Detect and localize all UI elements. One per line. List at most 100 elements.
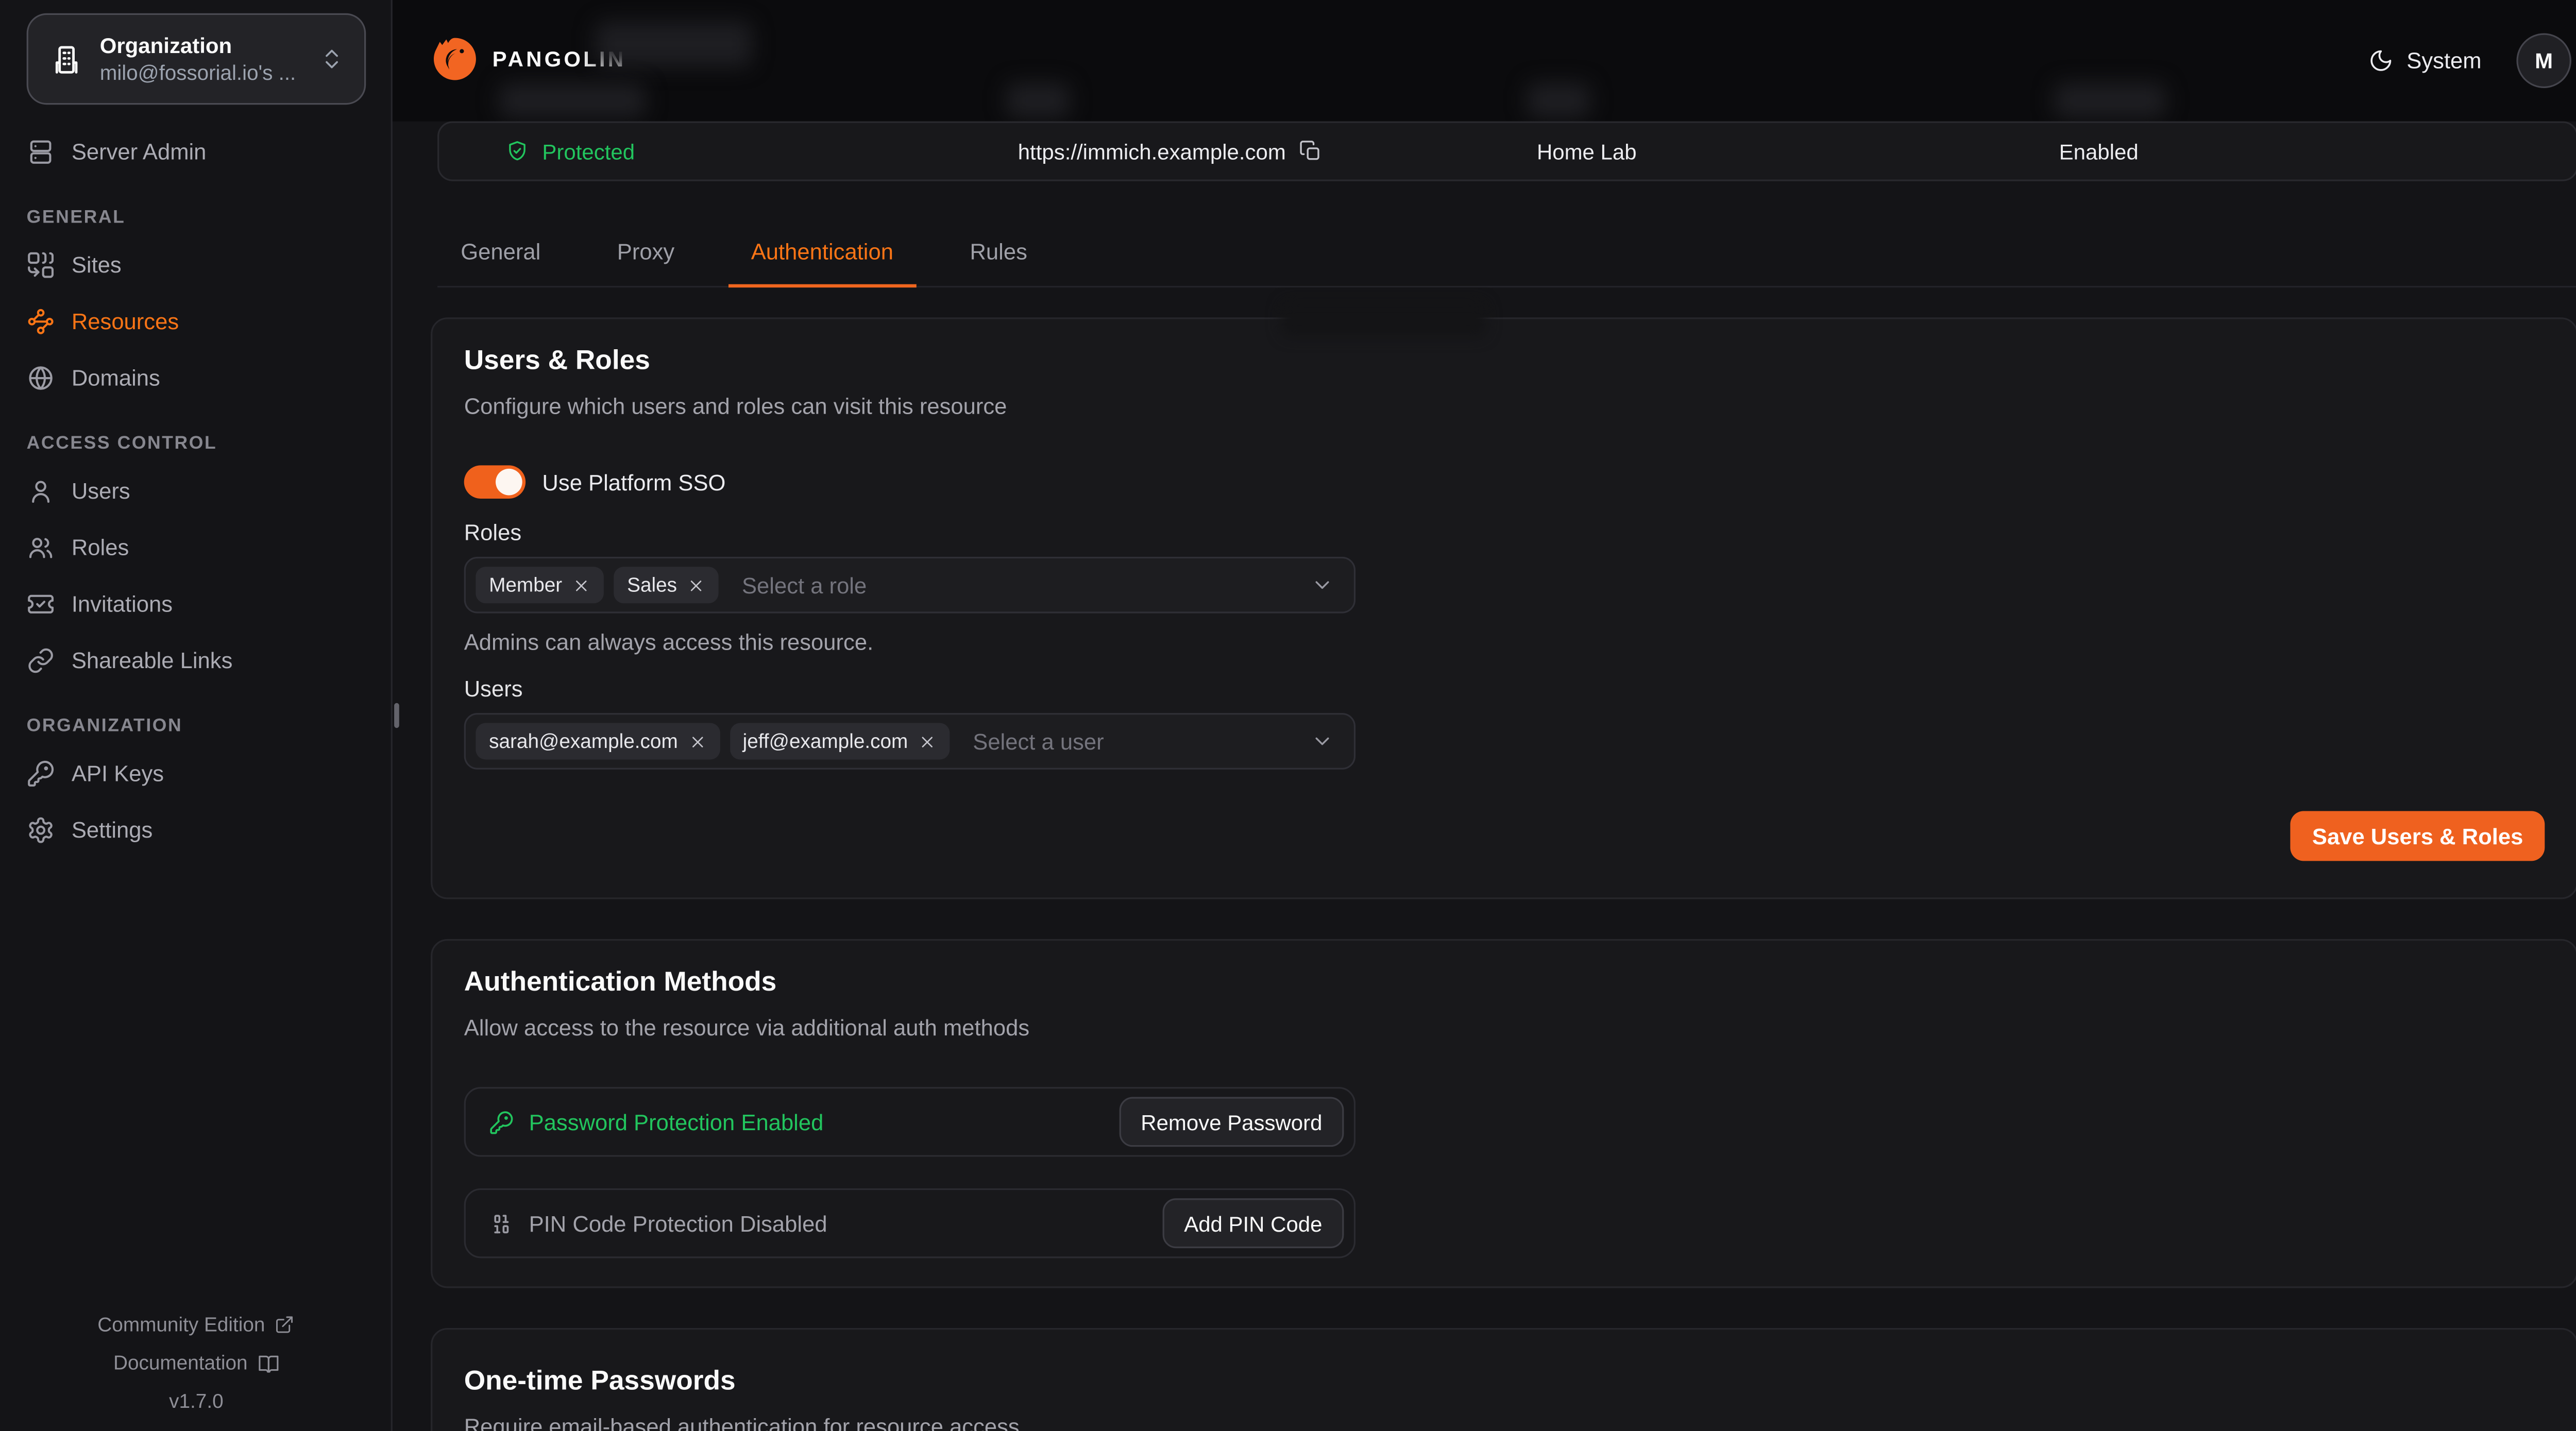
sidebar-item-label: Resources — [72, 309, 179, 333]
org-switcher-value: milo@fossorial.io's ... — [100, 60, 303, 87]
chevron-down-icon — [1311, 729, 1334, 753]
sidebar-item-api-keys[interactable]: API Keys — [20, 753, 372, 793]
pin-protection-row: PIN Code Protection Disabled Add PIN Cod… — [464, 1188, 1355, 1258]
documentation-label: Documentation — [113, 1351, 248, 1374]
remove-password-button[interactable]: Remove Password — [1119, 1097, 1344, 1147]
sidebar-item-invitations[interactable]: Invitations — [20, 584, 372, 623]
org-switcher[interactable]: Organization milo@fossorial.io's ... — [27, 13, 366, 105]
resource-summary-banner: Protected https://immich.example.com Hom… — [437, 122, 2576, 181]
binary-icon — [489, 1211, 514, 1236]
shield-check-icon — [505, 140, 529, 163]
sidebar-item-roles[interactable]: Roles — [20, 527, 372, 567]
sidebar-item-resources[interactable]: Resources — [20, 301, 372, 340]
role-chip-label: Sales — [627, 573, 677, 597]
topbar: PANGOLIN System M — [393, 0, 2576, 122]
community-edition-link[interactable]: Community Edition — [97, 1313, 295, 1336]
sidebar-scrollbar[interactable] — [394, 703, 399, 728]
users-roles-title: Users & Roles — [464, 343, 2545, 379]
save-users-roles-button[interactable]: Save Users & Roles — [2291, 811, 2545, 861]
roles-select-placeholder: Select a role — [742, 573, 1301, 598]
community-edition-label: Community Edition — [97, 1313, 265, 1336]
remove-chip-icon[interactable] — [688, 732, 706, 750]
sidebar-item-label: Sites — [72, 252, 122, 277]
users-select[interactable]: sarah@example.com jeff@example.com Selec… — [464, 713, 1355, 770]
sso-toggle-label: Use Platform SSO — [542, 469, 725, 494]
chevrons-up-down-icon — [319, 46, 344, 71]
resource-site: Home Lab — [1537, 139, 2059, 163]
org-switcher-label: Organization — [100, 31, 303, 60]
auth-methods-title: Authentication Methods — [464, 964, 2545, 1000]
sidebar-item-label: Users — [72, 478, 130, 503]
sidebar-item-label: Invitations — [72, 591, 173, 616]
user-chip: sarah@example.com — [476, 723, 719, 760]
gear-icon — [27, 815, 55, 844]
documentation-link[interactable]: Documentation — [113, 1351, 279, 1374]
sidebar-item-label: Domains — [72, 365, 160, 389]
building-icon — [50, 42, 83, 76]
user-chip-label: sarah@example.com — [489, 729, 678, 753]
sidebar-footer: Community Edition Documentation v1.7.0 — [0, 1313, 393, 1413]
sidebar-item-label: Shareable Links — [72, 648, 233, 672]
resource-tabs: General Proxy Authentication Rules — [437, 218, 2576, 288]
tab-authentication[interactable]: Authentication — [728, 218, 917, 286]
avatar[interactable]: M — [2516, 33, 2571, 88]
sidebar-item-label: Roles — [72, 534, 129, 559]
role-chip-label: Member — [489, 573, 562, 597]
sites-icon — [27, 250, 55, 279]
otp-card: One-time Passwords Require email-based a… — [431, 1328, 2576, 1431]
key-round-icon — [489, 1110, 514, 1134]
sidebar-item-server-admin[interactable]: Server Admin — [20, 131, 372, 171]
theme-toggle[interactable]: System — [2368, 48, 2482, 73]
sidebar-section-access-control: ACCESS CONTROL — [27, 434, 366, 454]
otp-description: Require email-based authentication for r… — [464, 1413, 2545, 1431]
remove-chip-icon[interactable] — [687, 576, 705, 594]
tab-general[interactable]: General — [437, 218, 564, 286]
password-protection-row: Password Protection Enabled Remove Passw… — [464, 1087, 1355, 1157]
auth-methods-description: Allow access to the resource via additio… — [464, 1014, 2545, 1042]
add-pin-code-button[interactable]: Add PIN Code — [1162, 1198, 1344, 1248]
remove-chip-icon[interactable] — [572, 576, 591, 594]
copy-icon[interactable] — [1299, 140, 1323, 163]
roles-select[interactable]: Member Sales Select a role — [464, 557, 1355, 614]
password-protection-label: Password Protection Enabled — [529, 1110, 824, 1134]
resource-auth-status-label: Protected — [542, 139, 635, 163]
otp-title: One-time Passwords — [464, 1363, 2545, 1400]
external-link-icon — [275, 1315, 295, 1335]
password-protection-status: Password Protection Enabled — [489, 1110, 823, 1134]
org-switcher-text: Organization milo@fossorial.io's ... — [100, 31, 303, 86]
redacted-text — [2054, 83, 2165, 118]
globe-icon — [27, 363, 55, 391]
server-icon — [27, 137, 55, 165]
pin-protection-label: PIN Code Protection Disabled — [529, 1211, 827, 1236]
theme-toggle-label: System — [2406, 48, 2481, 73]
redacted-text — [1281, 301, 1487, 337]
users-select-placeholder: Select a user — [973, 729, 1300, 754]
auth-methods-card: Authentication Methods Allow access to t… — [431, 939, 2576, 1288]
resources-icon — [27, 306, 55, 335]
tab-proxy[interactable]: Proxy — [594, 218, 698, 286]
moon-icon — [2368, 48, 2393, 73]
topbar-right: System M — [2368, 0, 2571, 122]
version-label: v1.7.0 — [169, 1389, 224, 1412]
sidebar-item-domains[interactable]: Domains — [20, 357, 372, 397]
link-icon — [27, 645, 55, 674]
user-icon — [27, 476, 55, 504]
app-root: Organization milo@fossorial.io's ... Ser… — [0, 0, 2576, 1431]
sidebar-item-sites[interactable]: Sites — [20, 244, 372, 284]
sso-toggle[interactable] — [464, 465, 526, 499]
sidebar-item-label: API Keys — [72, 760, 164, 785]
chevron-down-icon — [1311, 573, 1334, 597]
sidebar: Organization milo@fossorial.io's ... Ser… — [0, 0, 393, 1431]
redacted-text — [1527, 83, 1590, 118]
sidebar-item-users[interactable]: Users — [20, 470, 372, 510]
sidebar-item-shareable-links[interactable]: Shareable Links — [20, 640, 372, 679]
roles-field-label: Roles — [464, 520, 2545, 545]
sidebar-item-settings[interactable]: Settings — [20, 809, 372, 849]
key-icon — [27, 759, 55, 787]
pangolin-logo — [431, 35, 479, 83]
tab-rules[interactable]: Rules — [946, 218, 1050, 286]
users-roles-card: Users & Roles Configure which users and … — [431, 317, 2576, 899]
redacted-text — [499, 83, 645, 118]
remove-chip-icon[interactable] — [918, 732, 937, 750]
sso-toggle-row: Use Platform SSO — [464, 465, 2545, 499]
